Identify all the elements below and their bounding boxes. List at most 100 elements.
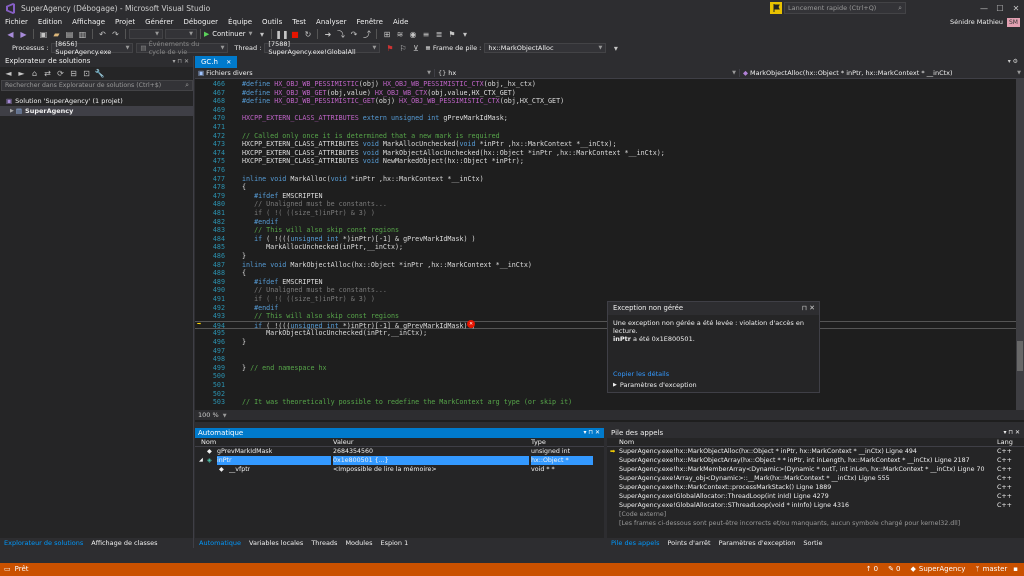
breakpoint-icon[interactable]: ◉ bbox=[407, 29, 418, 39]
code-line[interactable]: 490 // Unaligned must be constants... bbox=[195, 286, 1024, 295]
minimize-button[interactable]: — bbox=[977, 3, 991, 13]
branch-icon[interactable]: ᛘ bbox=[975, 563, 979, 576]
call-stack-row[interactable]: ➡ SuperAgency.exe!hx::MarkObjectAlloc(hx:… bbox=[607, 447, 1024, 456]
code-line[interactable]: 481 if ( !( ((size_t)inPtr) & 3) ) bbox=[195, 209, 1024, 218]
menu-item-edition[interactable]: Edition bbox=[33, 16, 67, 28]
thread-dropdown[interactable]: [7588] SuperAgency.exe!GlobalAll ▼ bbox=[264, 40, 381, 56]
code-line[interactable]: 482 #endif bbox=[195, 218, 1024, 227]
call-stack-row[interactable]: SuperAgency.exe!hx::MarkObjectArray(hx::… bbox=[607, 456, 1024, 465]
menu-item-affichage[interactable]: Affichage bbox=[67, 16, 110, 28]
menu-item-test[interactable]: Test bbox=[287, 16, 311, 28]
tab-callstack-0[interactable]: Pile des appels bbox=[607, 538, 663, 548]
maximize-button[interactable]: ☐ bbox=[993, 3, 1007, 13]
quick-launch-input[interactable]: Lancement rapide (Ctrl+Q) ⌕ bbox=[784, 2, 906, 14]
call-stack-row[interactable]: SuperAgency.exe!GlobalAllocator::ThreadL… bbox=[607, 492, 1024, 501]
column-header-type[interactable]: Type bbox=[531, 438, 546, 447]
call-stack-row[interactable]: SuperAgency.exe!Array_obj<Dynamic>::__Ma… bbox=[607, 474, 1024, 483]
notifications-icon[interactable]: ▪ bbox=[1013, 563, 1018, 576]
process-dropdown[interactable]: [8656] SuperAgency.exe ▼ bbox=[51, 40, 134, 56]
undo-icon[interactable]: ↶ bbox=[97, 29, 108, 39]
show-all-files-icon[interactable]: ⊡ bbox=[81, 68, 92, 78]
tab-solution-explorer[interactable]: Explorateur de solutions bbox=[0, 538, 87, 548]
continue-button[interactable]: ▶ Continuer ▼ bbox=[204, 30, 252, 38]
zoom-level[interactable]: 100 % bbox=[198, 411, 219, 419]
code-line[interactable]: 478 { bbox=[195, 183, 1024, 192]
solution-search-input[interactable]: Rechercher dans Explorateur de solutions… bbox=[1, 80, 193, 91]
toolbar-options-icon[interactable]: ▾ bbox=[610, 43, 621, 53]
threads-icon[interactable]: ≋ bbox=[394, 29, 405, 39]
tab-callstack-2[interactable]: Paramètres d'exception bbox=[715, 538, 800, 548]
code-line[interactable]: 485 MarkAllocUnchecked(inPtr,__inCtx); bbox=[195, 243, 1024, 252]
pin-thread-icon[interactable]: ⚐ bbox=[397, 43, 408, 53]
code-line[interactable]: 486} bbox=[195, 252, 1024, 261]
step-out-icon[interactable]: ⤴ bbox=[361, 29, 372, 39]
code-line[interactable]: 473 HXCPP_EXTERN_CLASS_ATTRIBUTES void Ma… bbox=[195, 140, 1024, 149]
notification-flag-icon[interactable] bbox=[770, 2, 782, 14]
column-header-value[interactable]: Valeur bbox=[333, 438, 354, 447]
menu-item-fenetre[interactable]: Fenêtre bbox=[351, 16, 387, 28]
collapse-arrow-icon[interactable]: ◢ bbox=[199, 456, 203, 465]
code-line[interactable]: 471 bbox=[195, 123, 1024, 132]
stop-icon[interactable]: ■ bbox=[289, 29, 300, 39]
back-arrow-icon[interactable]: ◀ bbox=[5, 29, 16, 39]
tab-autos-4[interactable]: Espion 1 bbox=[376, 538, 412, 548]
properties-icon[interactable]: 🔧 bbox=[94, 68, 105, 78]
copy-details-link[interactable]: Copier les détails bbox=[613, 370, 814, 378]
pending-changes-icon[interactable]: ⟳ bbox=[55, 68, 66, 78]
code-line[interactable]: 483 // This will also skip const regions bbox=[195, 226, 1024, 235]
nav-member-dropdown[interactable]: ◆ MarkObjectAlloc(hx::Object * inPtr, hx… bbox=[740, 69, 1024, 77]
column-header-name[interactable]: Nom bbox=[619, 438, 634, 447]
close-tab-icon[interactable]: ✕ bbox=[226, 59, 231, 66]
hex-icon[interactable]: ⊞ bbox=[381, 29, 392, 39]
tree-item-solution[interactable]: ▣ Solution 'SuperAgency' (1 projet) bbox=[0, 96, 193, 106]
pause-icon[interactable]: ❚❚ bbox=[275, 29, 288, 39]
call-stack-row[interactable]: [Code externe] bbox=[607, 510, 1024, 519]
column-header-name[interactable]: Nom bbox=[201, 438, 216, 447]
configuration-dropdown[interactable]: ▼ bbox=[129, 29, 163, 39]
tab-autos-0[interactable]: Automatique bbox=[195, 538, 245, 548]
uncomment-icon[interactable]: ≣ bbox=[433, 29, 444, 39]
call-stack-row[interactable]: SuperAgency.exe!GlobalAllocator::SThread… bbox=[607, 501, 1024, 510]
collapse-all-icon[interactable]: ⊟ bbox=[68, 68, 79, 78]
code-line[interactable]: 474 HXCPP_EXTERN_CLASS_ATTRIBUTES void Ma… bbox=[195, 149, 1024, 158]
code-line[interactable]: 468 #define HX_OBJ_WB_PESSIMISTIC_GET(obj… bbox=[195, 97, 1024, 106]
column-header-language[interactable]: Lang bbox=[997, 438, 1013, 447]
document-tab-gc-h[interactable]: GC.h ✕ bbox=[195, 56, 238, 68]
flag-thread-icon[interactable]: ⚑ bbox=[384, 43, 395, 53]
code-line[interactable]: 479 #ifdef EMSCRIPTEN bbox=[195, 192, 1024, 201]
step-into-icon[interactable]: ⤵ bbox=[335, 29, 346, 39]
code-line[interactable]: 480 // Unaligned must be constants... bbox=[195, 200, 1024, 209]
thread-filter-icon[interactable]: ⊻ bbox=[410, 43, 421, 53]
menu-item-equipe[interactable]: Équipe bbox=[223, 16, 257, 28]
menu-item-analyser[interactable]: Analyser bbox=[311, 16, 351, 28]
exception-popup-controls[interactable]: ⊓ ✕ bbox=[802, 302, 815, 315]
forward-arrow-icon[interactable]: ▶ bbox=[18, 29, 29, 39]
code-line[interactable]: 466 #define HX_OBJ_WB_PESSIMISTIC(obj) HX… bbox=[195, 80, 1024, 89]
tree-item-project[interactable]: ▶ ▤ SuperAgency bbox=[0, 106, 193, 116]
open-folder-icon[interactable]: ▰ bbox=[51, 29, 62, 39]
code-line[interactable]: 469 bbox=[195, 106, 1024, 115]
exception-settings-toggle[interactable]: ▶ Paramètres d'exception bbox=[613, 381, 814, 389]
code-line[interactable]: 477 inline void MarkAlloc(void *inPtr ,hx… bbox=[195, 175, 1024, 184]
tab-callstack-1[interactable]: Points d'arrêt bbox=[663, 538, 714, 548]
nav-namespace-dropdown[interactable]: {} hx ▼ bbox=[435, 69, 740, 77]
code-line[interactable]: 488 { bbox=[195, 269, 1024, 278]
menu-item-fichier[interactable]: Fichier bbox=[0, 16, 33, 28]
call-stack-row[interactable]: [Les frames ci-dessous sont peut-être in… bbox=[607, 519, 1024, 528]
call-stack-row[interactable]: SuperAgency.exe!hx::MarkMemberArray<Dyna… bbox=[607, 465, 1024, 474]
show-next-statement-icon[interactable]: ➜ bbox=[322, 29, 333, 39]
tab-overflow-icon[interactable]: ▾ ⚙ bbox=[1008, 56, 1018, 68]
close-button[interactable]: ✕ bbox=[1009, 3, 1023, 13]
code-line[interactable]: 487 inline void MarkObjectAlloc(hx::Objec… bbox=[195, 261, 1024, 270]
toolbar-options-icon[interactable]: ▾ bbox=[459, 29, 470, 39]
lifecycle-events-dropdown[interactable]: ▤ Événements du cycle de vie ▼ bbox=[136, 40, 229, 56]
home-icon[interactable]: ⌂ bbox=[29, 68, 40, 78]
code-line[interactable]: 467 #define HX_OBJ_WB_GET(obj,value) HX_O… bbox=[195, 89, 1024, 98]
publish-up-icon[interactable]: ↑ bbox=[866, 563, 872, 576]
code-line[interactable]: 489 #ifdef EMSCRIPTEN bbox=[195, 278, 1024, 287]
forward-icon[interactable]: ► bbox=[16, 68, 27, 78]
panel-controls[interactable]: ▾ ⊓ ✕ bbox=[1003, 428, 1020, 438]
code-line[interactable]: 470 HXCPP_EXTERN_CLASS_ATTRIBUTES extern … bbox=[195, 114, 1024, 123]
platform-dropdown[interactable]: ▼ bbox=[165, 29, 197, 39]
back-icon[interactable]: ◄ bbox=[3, 68, 14, 78]
